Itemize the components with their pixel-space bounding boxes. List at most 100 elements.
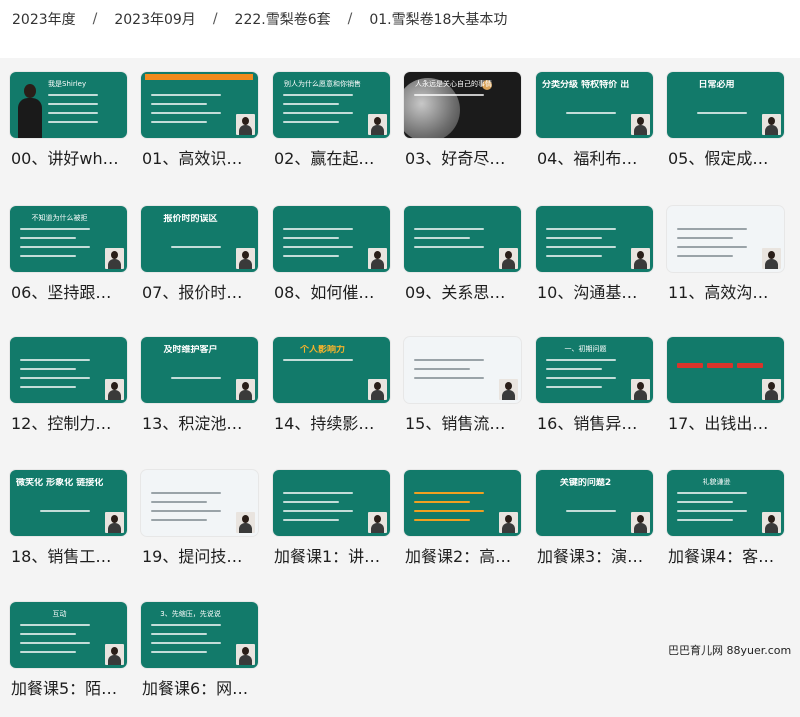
video-thumbnail[interactable] xyxy=(536,206,653,272)
breadcrumb-item-month[interactable]: 2023年09月 xyxy=(114,9,195,29)
video-tile[interactable]: 不知道为什么被拒 06、坚持跟… xyxy=(0,192,131,318)
video-tile[interactable]: 11、高效沟… xyxy=(657,192,788,318)
video-tile[interactable]: 加餐课2：高… xyxy=(394,456,525,582)
slide-text-line xyxy=(283,237,339,239)
presenter-webcam xyxy=(499,248,518,269)
slide-text-line xyxy=(414,228,484,230)
video-tile[interactable]: 日常必用 05、假定成… xyxy=(657,58,788,184)
video-title[interactable]: 00、讲好wh… xyxy=(11,148,131,170)
video-thumbnail[interactable]: 微笑化 形象化 链接化 xyxy=(10,470,127,536)
video-title[interactable]: 加餐课6：网… xyxy=(142,678,262,700)
video-tile[interactable]: 19、提问技… xyxy=(131,456,262,582)
video-title[interactable]: 加餐课1：讲… xyxy=(274,546,394,568)
video-tile[interactable]: 分类分级 特权特价 出钱出力 04、福利布… xyxy=(526,58,657,184)
slide-text-line xyxy=(677,246,747,248)
slide-text-line xyxy=(677,363,703,368)
video-tile[interactable]: 08、如何催… xyxy=(263,192,394,318)
video-title[interactable]: 06、坚持跟… xyxy=(11,282,131,304)
slide-text-line xyxy=(737,363,763,368)
video-tile[interactable]: 别人为什么愿意和你销售 02、赢在起… xyxy=(263,58,394,184)
slide-text-line xyxy=(151,94,221,96)
video-tile[interactable]: 15、销售流… xyxy=(394,323,525,449)
video-thumbnail[interactable] xyxy=(141,470,258,536)
video-title[interactable]: 09、关系思… xyxy=(405,282,525,304)
video-thumbnail[interactable]: 日常必用 xyxy=(667,72,784,138)
video-title[interactable]: 03、好奇尽… xyxy=(405,148,525,170)
video-thumbnail[interactable] xyxy=(404,470,521,536)
video-tile[interactable]: 及时维护客户 13、积淀池… xyxy=(131,323,262,449)
video-thumbnail[interactable]: 我是Shirley xyxy=(10,72,127,138)
video-title[interactable]: 加餐课4：客… xyxy=(668,546,788,568)
presenter-webcam xyxy=(368,379,387,400)
slide-text-line xyxy=(546,377,616,379)
video-tile[interactable]: 关键的问题2 加餐课3：演… xyxy=(526,456,657,582)
video-title[interactable]: 02、赢在起… xyxy=(274,148,394,170)
video-title[interactable]: 加餐课5：陌… xyxy=(11,678,131,700)
video-title[interactable]: 07、报价时… xyxy=(142,282,262,304)
video-thumbnail[interactable]: 一、初期问题 xyxy=(536,337,653,403)
video-thumbnail[interactable]: 互动 xyxy=(10,602,127,668)
slide-text-line xyxy=(48,94,98,96)
slide-text-line xyxy=(697,112,747,114)
video-thumbnail[interactable] xyxy=(141,72,258,138)
video-tile[interactable]: 个人影响力 14、持续影… xyxy=(263,323,394,449)
video-title[interactable]: 加餐课2：高… xyxy=(405,546,525,568)
video-thumbnail[interactable]: 别人为什么愿意和你销售 xyxy=(273,72,390,138)
slide-text-line xyxy=(414,368,470,370)
video-title[interactable]: 14、持续影… xyxy=(274,413,394,435)
video-title[interactable]: 13、积淀池… xyxy=(142,413,262,435)
video-tile[interactable]: 人永远是关心自己的事情 03、好奇尽… xyxy=(394,58,525,184)
video-thumbnail[interactable]: 礼貌谦逊 xyxy=(667,470,784,536)
video-tile[interactable]: 01、高效识… xyxy=(131,58,262,184)
slide-text-line xyxy=(546,359,616,361)
video-thumbnail[interactable] xyxy=(667,337,784,403)
video-thumbnail[interactable] xyxy=(667,206,784,272)
video-title[interactable]: 18、销售工… xyxy=(11,546,131,568)
video-thumbnail[interactable]: 报价时的误区 xyxy=(141,206,258,272)
presenter-webcam xyxy=(236,644,255,665)
video-tile[interactable]: 12、控制力… xyxy=(0,323,131,449)
video-title[interactable]: 01、高效识… xyxy=(142,148,262,170)
video-tile[interactable]: 09、关系思… xyxy=(394,192,525,318)
video-title[interactable]: 04、福利布… xyxy=(537,148,657,170)
video-title[interactable]: 12、控制力… xyxy=(11,413,131,435)
video-thumbnail[interactable]: 不知道为什么被拒 xyxy=(10,206,127,272)
breadcrumb-item-year[interactable]: 2023年度 xyxy=(12,9,76,29)
video-title[interactable]: 10、沟通基… xyxy=(537,282,657,304)
video-tile[interactable]: 加餐课1：讲… xyxy=(263,456,394,582)
video-thumbnail[interactable] xyxy=(273,206,390,272)
video-tile[interactable]: 互动加餐课5：陌… xyxy=(0,588,131,714)
slide-text-line xyxy=(283,121,339,123)
video-tile[interactable]: 我是Shirley 00、讲好wh… xyxy=(0,58,131,184)
slide-text-line xyxy=(546,237,602,239)
video-thumbnail[interactable] xyxy=(404,206,521,272)
video-thumbnail[interactable]: 分类分级 特权特价 出钱出力 xyxy=(536,72,653,138)
video-thumbnail[interactable]: 人永远是关心自己的事情 xyxy=(404,72,521,138)
breadcrumb: 2023年度 / 2023年09月 / 222.雪梨卷6套 / 01.雪梨卷18… xyxy=(12,8,507,30)
video-tile[interactable]: 17、出钱出… xyxy=(657,323,788,449)
video-tile[interactable]: 报价时的误区 07、报价时… xyxy=(131,192,262,318)
video-tile[interactable]: 10、沟通基… xyxy=(526,192,657,318)
video-thumbnail[interactable]: 及时维护客户 xyxy=(141,337,258,403)
video-thumbnail[interactable]: 3、先缩压，先说说 xyxy=(141,602,258,668)
video-title[interactable]: 16、销售异… xyxy=(537,413,657,435)
video-tile[interactable]: 微笑化 形象化 链接化 18、销售工… xyxy=(0,456,131,582)
video-thumbnail[interactable] xyxy=(273,470,390,536)
video-tile[interactable]: 礼貌谦逊加餐课4：客… xyxy=(657,456,788,582)
video-title[interactable]: 15、销售流… xyxy=(405,413,525,435)
slide-title-text: 日常必用 xyxy=(698,80,735,90)
video-tile[interactable]: 3、先缩压，先说说加餐课6：网… xyxy=(131,588,262,714)
video-thumbnail[interactable]: 关键的问题2 xyxy=(536,470,653,536)
video-title[interactable]: 08、如何催… xyxy=(274,282,394,304)
video-thumbnail[interactable] xyxy=(10,337,127,403)
video-title[interactable]: 17、出钱出… xyxy=(668,413,788,435)
video-thumbnail[interactable] xyxy=(404,337,521,403)
video-tile[interactable]: 一、初期问题 16、销售异… xyxy=(526,323,657,449)
video-title[interactable]: 19、提问技… xyxy=(142,546,262,568)
breadcrumb-item-collection[interactable]: 222.雪梨卷6套 xyxy=(235,9,331,29)
video-title[interactable]: 05、假定成… xyxy=(668,148,788,170)
video-title[interactable]: 11、高效沟… xyxy=(668,282,788,304)
video-title[interactable]: 加餐课3：演… xyxy=(537,546,657,568)
video-thumbnail[interactable]: 个人影响力 xyxy=(273,337,390,403)
slide-text-line xyxy=(151,492,221,494)
